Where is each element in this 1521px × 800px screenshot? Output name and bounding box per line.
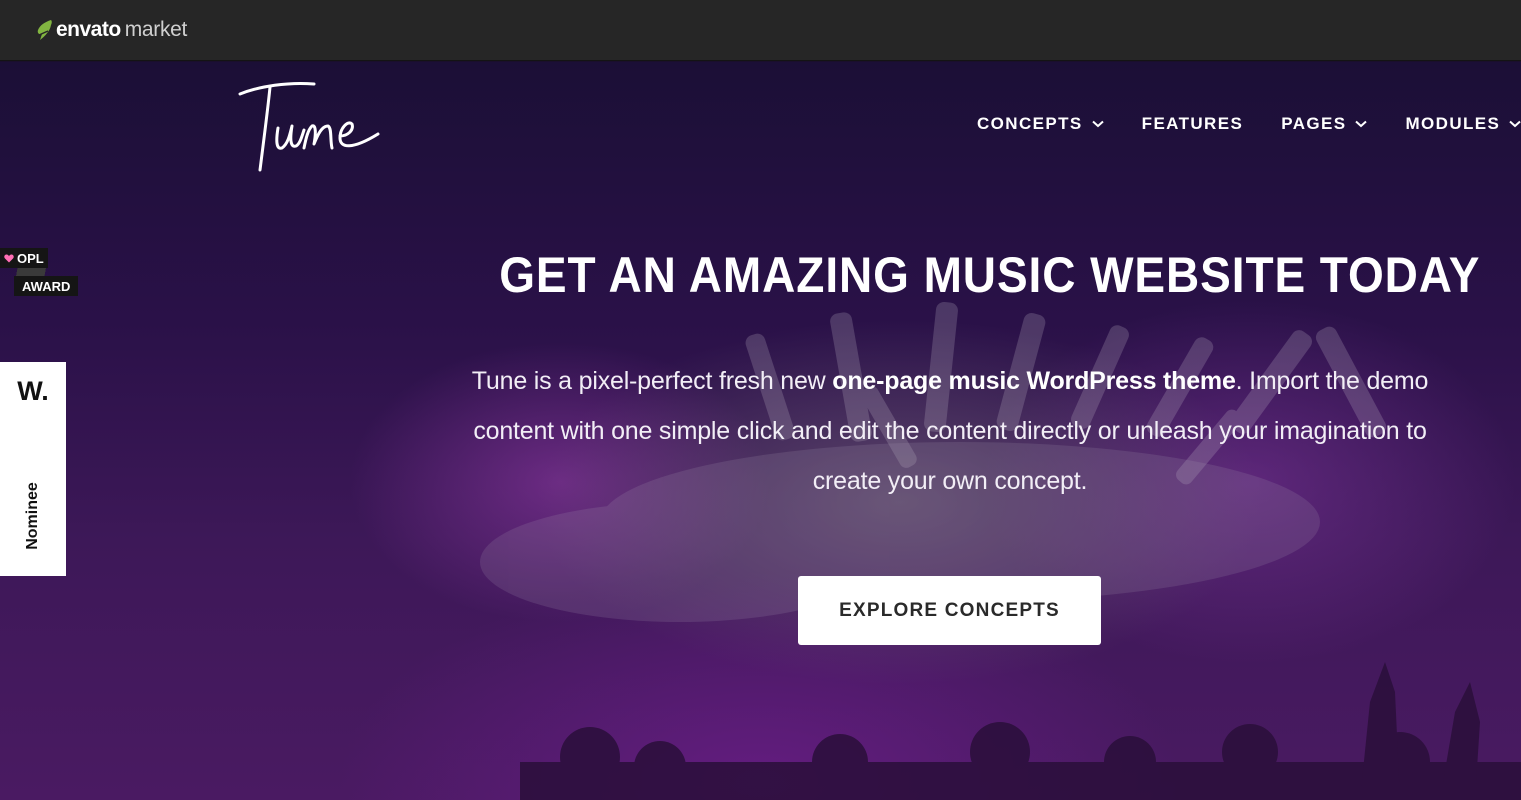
chevron-down-icon (1355, 120, 1368, 128)
chevron-down-icon (1091, 120, 1104, 128)
hero-section: CONCEPTS FEATURES PAGES MODULES OPL AWAR… (0, 62, 1521, 800)
nav-item-label: MODULES (1405, 114, 1501, 133)
nav-item-modules[interactable]: MODULES (1405, 114, 1521, 134)
envato-brand-text: envato (56, 18, 121, 41)
chevron-down-icon (1509, 120, 1521, 128)
nav-item-label: FEATURES (1141, 114, 1244, 133)
nav-item-label: CONCEPTS (977, 114, 1083, 133)
awwwards-w-logo: W. (17, 376, 49, 406)
hero-content: GET AN AMAZING MUSIC WEBSITE TODAY Tune … (460, 246, 1481, 506)
hero-description-prefix: Tune is a pixel-perfect fresh new (471, 367, 833, 395)
opl-award-badge[interactable]: OPL AWARD (0, 248, 90, 298)
awwwards-nominee-badge[interactable]: W. Nominee (0, 362, 66, 576)
hero-description: Tune is a pixel-perfect fresh new one-pa… (470, 356, 1430, 506)
explore-concepts-button[interactable]: EXPLORE CONCEPTS (798, 576, 1101, 645)
tune-logo[interactable] (232, 78, 392, 178)
heart-icon (4, 254, 14, 262)
envato-market-text: market (124, 18, 188, 41)
opl-badge-divider (8, 268, 54, 276)
nav-item-concepts[interactable]: CONCEPTS (977, 114, 1104, 134)
hero-description-highlight: one-page music WordPress theme (832, 367, 1236, 395)
opl-label: OPL (17, 250, 44, 266)
opl-badge-top: OPL (0, 248, 48, 268)
nav-item-features[interactable]: FEATURES (1142, 114, 1244, 134)
envato-leaf-icon (37, 20, 52, 40)
hero-title: GET AN AMAZING MUSIC WEBSITE TODAY (499, 247, 1481, 303)
envato-top-bar: envato market (0, 0, 1521, 61)
nav-item-pages[interactable]: PAGES (1281, 114, 1368, 134)
main-navigation: CONCEPTS FEATURES PAGES MODULES (977, 114, 1521, 134)
nominee-label: Nominee (24, 482, 41, 550)
envato-market-logo[interactable]: envato market (36, 18, 187, 42)
nav-item-label: PAGES (1281, 114, 1347, 133)
opl-award-label: AWARD (14, 276, 79, 296)
